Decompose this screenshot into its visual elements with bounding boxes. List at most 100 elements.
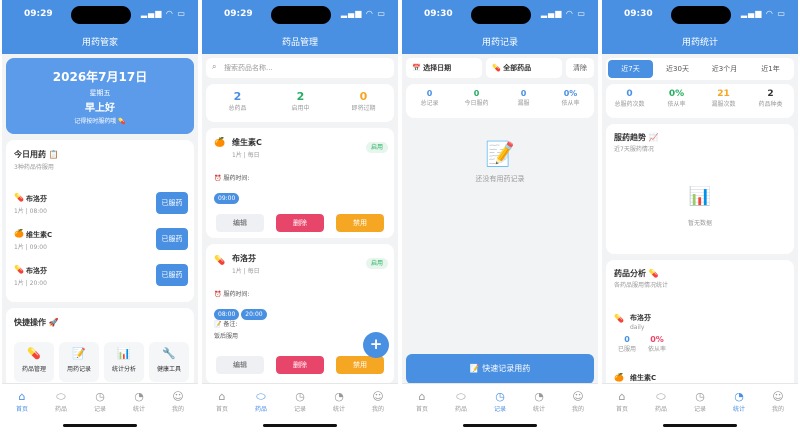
taken-button[interactable]: 已服药 <box>156 192 188 214</box>
quick-action-records[interactable]: 📝 用药记录 <box>59 342 99 382</box>
tab-records[interactable]: ◷ 记录 <box>485 390 515 413</box>
stat-value: 2 <box>296 90 305 103</box>
med-info: 1片 | 08:00 <box>14 208 47 215</box>
dynamic-island <box>271 6 331 24</box>
tab-bar: ⌂ 首页 ⬭ 药品 ◷ 记录 ◔ 统计 ☺ 我的 <box>2 383 198 433</box>
period-tab-3m[interactable]: 近3个月 <box>702 60 747 78</box>
edit-button[interactable]: 编辑 <box>216 356 264 374</box>
bar-chart-icon: 📊 <box>117 347 131 360</box>
drug-card: 🍊 维生素C 1片 | 每日 启用 ⏰ 服药时间: 09:00 编辑 删除 禁用 <box>206 128 394 238</box>
period-tab-1y[interactable]: 近1年 <box>749 60 792 78</box>
tab-drugs[interactable]: ⬭ 药品 <box>246 390 276 413</box>
drug-card: 💊 布洛芬 1片 | 每日 启用 ⏰ 服药时间: 08:00 20:00 📝 备注… <box>206 244 394 384</box>
stat-label: 总药品 <box>228 105 247 112</box>
tab-profile[interactable]: ☺ 我的 <box>563 390 593 413</box>
quick-action-stats[interactable]: 📊 统计分析 <box>104 342 144 382</box>
tab-home[interactable]: ⌂ 首页 <box>407 390 437 413</box>
stat-active: 2 启用中 <box>269 90 332 112</box>
clear-filter-button[interactable]: 清除 <box>566 58 594 78</box>
tab-drugs[interactable]: ⬭ 药品 <box>446 390 476 413</box>
stat-missed: 21 漏服次数 <box>700 89 747 108</box>
status-time: 09:30 <box>624 9 653 19</box>
status-icons: ▂▄▆ ◠ ▭ <box>340 9 386 18</box>
delete-button[interactable]: 删除 <box>276 356 324 374</box>
stat-value: 0 <box>359 90 368 103</box>
quick-action-tools[interactable]: 🔧 健康工具 <box>149 342 189 382</box>
tab-records[interactable]: ◷ 记录 <box>285 390 315 413</box>
stat-label: 今日服药 <box>464 100 489 107</box>
tab-drugs[interactable]: ⬭ 药品 <box>46 390 76 413</box>
med-info: 1片 | 09:00 <box>14 244 47 251</box>
filter-date-button[interactable]: 📅 选择日期 <box>406 58 482 78</box>
tab-label: 药品 <box>54 406 67 413</box>
tab-label: 首页 <box>615 406 628 413</box>
screen-stats: 09:30 ▂▄▆ ◠ ▭ 用药统计 近7天 近30天 近3个月 近1年 0 总… <box>602 0 798 433</box>
stat-value: 2 <box>767 89 774 99</box>
tab-records[interactable]: ◷ 记录 <box>685 390 715 413</box>
date-banner: 2026年7月17日 星期五 早上好 记得按时服药哦 💊 <box>6 58 194 134</box>
tab-records[interactable]: ◷ 记录 <box>85 390 115 413</box>
user-icon: ☺ <box>572 390 584 403</box>
tab-home[interactable]: ⌂ 首页 <box>207 390 237 413</box>
trend-title: 服药趋势 📈 <box>614 133 659 142</box>
search-input[interactable]: ⌕ 搜索药品名称... <box>206 58 394 78</box>
stat-total-doses: 0 总服药次数 <box>606 89 653 108</box>
quick-record-button[interactable]: 📝 快速记录用药 <box>406 354 594 384</box>
tab-home[interactable]: ⌂ 首页 <box>7 390 37 413</box>
tab-label: 我的 <box>371 406 384 413</box>
tab-stats[interactable]: ◔ 统计 <box>324 390 354 413</box>
clock-icon: ◷ <box>295 390 305 403</box>
pill-icon: 💊 <box>27 347 41 360</box>
tab-stats[interactable]: ◔ 统计 <box>124 390 154 413</box>
tab-label: 统计 <box>532 406 545 413</box>
tab-label: 记录 <box>293 406 306 413</box>
tab-label: 药品 <box>454 406 467 413</box>
note-label: 📝 备注: <box>214 321 238 328</box>
list-item: 💊 布洛芬 1片 | 08:00 已服药 <box>6 188 194 222</box>
add-drug-fab[interactable]: + <box>363 332 389 358</box>
user-icon: ☺ <box>772 390 784 403</box>
period-tab-30d[interactable]: 近30天 <box>655 60 700 78</box>
stat-value: 0 <box>626 89 633 99</box>
filter-drug-button[interactable]: 💊 全部药品 <box>486 58 562 78</box>
page-title: 药品管理 <box>281 38 318 48</box>
period-tab-7d[interactable]: 近7天 <box>608 60 653 78</box>
tab-label: 我的 <box>171 406 184 413</box>
tab-drugs[interactable]: ⬭ 药品 <box>646 390 676 413</box>
disable-button[interactable]: 禁用 <box>336 356 384 374</box>
pie-icon: ◔ <box>134 390 144 403</box>
status-icons: ▂▄▆ ◠ ▭ <box>740 9 786 18</box>
delete-button[interactable]: 删除 <box>276 214 324 232</box>
pill-icon: 💊 <box>214 256 226 266</box>
home-icon: ⌂ <box>418 390 426 403</box>
dynamic-island <box>71 6 131 24</box>
drug-stats-card: 2 总药品 2 启用中 0 即将过期 <box>206 84 394 122</box>
tab-stats[interactable]: ◔ 统计 <box>724 390 754 413</box>
quick-label: 药品管理 <box>21 366 46 373</box>
stat-label: 启用中 <box>291 105 310 112</box>
time-label: ⏰ 服药时间: <box>214 291 250 298</box>
quick-action-drugs[interactable]: 💊 药品管理 <box>14 342 54 382</box>
pie-icon: ◔ <box>534 390 544 403</box>
stat-value: 0 <box>624 335 630 344</box>
drug-name: 维生素C <box>232 138 262 147</box>
tab-profile[interactable]: ☺ 我的 <box>763 390 793 413</box>
stat-value: 0% <box>668 89 685 99</box>
edit-button[interactable]: 编辑 <box>216 214 264 232</box>
today-subtitle: 3种药品待服用 <box>14 164 54 171</box>
quick-label: 用药记录 <box>66 366 91 373</box>
clock-icon: ◷ <box>95 390 105 403</box>
screen-home: 09:29 ▂▄▆ ◠ ▭ 用药管家 2026年7月17日 星期五 早上好 记得… <box>2 0 198 433</box>
tab-bar: ⌂ 首页 ⬭ 药品 ◷ 记录 ◔ 统计 ☺ 我的 <box>602 383 798 433</box>
taken-button[interactable]: 已服药 <box>156 264 188 286</box>
tab-stats[interactable]: ◔ 统计 <box>524 390 554 413</box>
status-badge: 启用 <box>366 142 388 153</box>
tab-profile[interactable]: ☺ 我的 <box>163 390 193 413</box>
bar-chart-icon: 📊 <box>688 186 712 207</box>
tab-home[interactable]: ⌂ 首页 <box>607 390 637 413</box>
taken-button[interactable]: 已服药 <box>156 228 188 250</box>
stat-value: 2 <box>233 90 242 103</box>
greeting-text: 早上好 <box>85 103 115 114</box>
disable-button[interactable]: 禁用 <box>336 214 384 232</box>
tab-profile[interactable]: ☺ 我的 <box>363 390 393 413</box>
